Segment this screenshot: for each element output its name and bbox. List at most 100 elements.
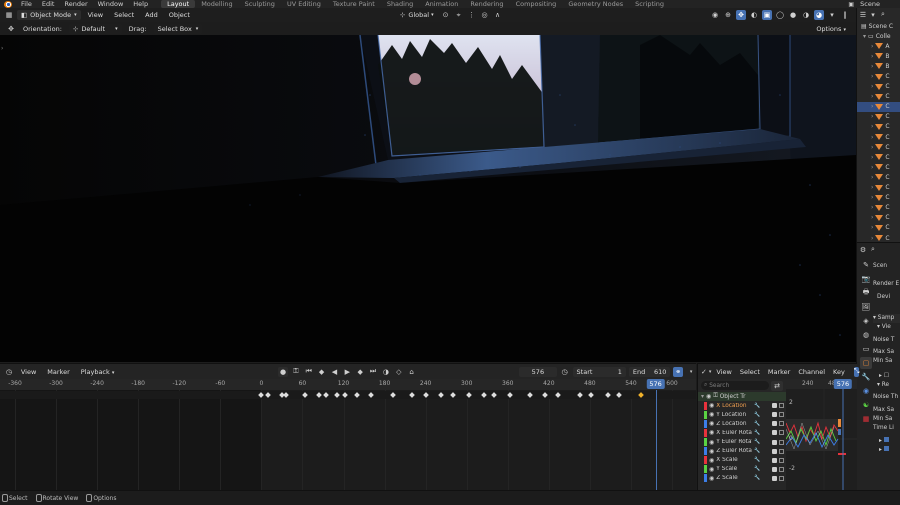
viewport-menu-select[interactable]: Select [110, 11, 138, 19]
scene-tab-icon[interactable]: ◈ [860, 315, 872, 327]
render-tab-icon[interactable]: 📷 [860, 273, 872, 285]
expand-icon[interactable]: › [871, 194, 873, 201]
view-options-icon[interactable]: ⚭ [673, 366, 684, 377]
toolbar-expand-icon[interactable]: › [1, 45, 3, 52]
channel-mute-checkbox[interactable] [772, 412, 777, 418]
expand-icon[interactable]: › [871, 83, 873, 90]
tool-move-icon[interactable]: ✥ [6, 24, 16, 34]
outliner-object-row[interactable]: › C [857, 183, 900, 193]
fcurve-channel-row[interactable]: ◉ Z Location 🔧 [698, 419, 786, 428]
shading-options-icon[interactable]: ▾ [827, 10, 837, 20]
graph-menu-select[interactable]: Select [737, 368, 763, 376]
channel-mute-checkbox[interactable] [772, 457, 777, 463]
next-keyframe-icon[interactable]: ◆ [355, 367, 365, 377]
workspace-tab-compositing[interactable]: Compositing [510, 0, 563, 8]
graph-menu-marker[interactable]: Marker [765, 368, 793, 376]
gizmo-icon[interactable]: ⊕ [723, 10, 733, 20]
modifier-wrench-icon[interactable]: 🔧 [754, 421, 760, 427]
outliner-object-row[interactable]: › B [857, 61, 900, 71]
object-tab-icon[interactable]: ▢ [860, 357, 872, 369]
search-icon[interactable]: ⌕ [879, 10, 887, 20]
filter-swap-icon[interactable]: ⇄ [771, 380, 783, 391]
chevron-down-icon[interactable]: ▾ [709, 367, 712, 377]
fcurve-channel-row[interactable]: ◉ Z Scale 🔧 [698, 474, 786, 483]
channel-lock-icon[interactable] [779, 439, 784, 445]
menu-file[interactable]: File [16, 0, 37, 8]
outliner-object-row[interactable]: › A [857, 41, 900, 51]
fcurve-channel-row[interactable]: ◉ Y Location 🔧 [698, 410, 786, 419]
outliner-object-row[interactable]: › C [857, 162, 900, 172]
outliner-object-row[interactable]: › C [857, 122, 900, 132]
visibility-icon[interactable]: ◉ [710, 10, 720, 20]
blender-logo-icon[interactable] [4, 0, 12, 8]
outliner-scene-row[interactable]: ▤ Scene C [857, 21, 900, 31]
expand-icon[interactable]: › [871, 93, 873, 100]
shading-solid-icon[interactable]: ● [788, 10, 798, 20]
overlays-icon[interactable]: ◐ [749, 10, 759, 20]
jump-end-icon[interactable]: ⏭ [368, 367, 378, 377]
channel-mute-checkbox[interactable] [772, 448, 777, 454]
preview-range-icon[interactable]: ◷ [560, 367, 570, 377]
visibility-eye-icon[interactable]: ◉ [709, 411, 714, 418]
modifier-wrench-icon[interactable]: 🔧 [754, 475, 760, 481]
shading-rendered-icon[interactable]: ◕ [814, 10, 824, 20]
graph-current-frame-badge[interactable]: 576 [833, 379, 853, 389]
record-icon[interactable]: ● [278, 366, 288, 377]
outliner-object-row[interactable]: › C [857, 203, 900, 213]
outliner-object-row[interactable]: › C [857, 213, 900, 223]
tool-tab-icon[interactable]: ✎ [860, 259, 872, 271]
expand-icon[interactable]: › [871, 144, 873, 151]
expand-icon[interactable]: › [871, 63, 873, 70]
visibility-eye-icon[interactable]: ◉ [709, 420, 714, 427]
channel-lock-icon[interactable] [779, 457, 784, 463]
show-gizmo-icon[interactable]: ✥ [736, 10, 746, 20]
denoise-subpanel[interactable]: ▸ ☐ [873, 372, 900, 381]
snap-icon[interactable]: ⌖ [454, 10, 464, 20]
outliner-object-row[interactable]: › C [857, 172, 900, 182]
outliner-object-row[interactable]: › C [857, 112, 900, 122]
channel-lock-icon[interactable] [779, 430, 784, 436]
editor-type-icon[interactable]: ☰ [859, 10, 867, 20]
outliner-object-row[interactable]: › B [857, 51, 900, 61]
timeline-menu-view[interactable]: View [17, 368, 40, 376]
search-icon[interactable]: ⌕ [869, 245, 877, 255]
playhead-line[interactable] [655, 390, 657, 491]
visibility-eye-icon[interactable]: ◉ [709, 429, 714, 436]
workspace-tab-uv-editing[interactable]: UV Editing [281, 0, 327, 8]
channel-lock-icon[interactable] [779, 475, 784, 481]
expand-icon[interactable]: › [871, 154, 873, 161]
falloff-icon[interactable]: ∧ [493, 10, 503, 20]
view-layer-tab-icon[interactable]: 🖼 [860, 301, 872, 313]
expand-icon[interactable]: › [871, 73, 873, 80]
outliner-object-row[interactable]: › C [857, 101, 900, 112]
expand-icon[interactable]: ▾ [701, 393, 704, 400]
modifier-wrench-icon[interactable]: 🔧 [754, 448, 760, 454]
menu-render[interactable]: Render [59, 0, 92, 8]
pause-render-icon[interactable]: ‖ [840, 10, 850, 20]
physics-tab-icon[interactable]: ◉ [860, 385, 872, 397]
workspace-tab-rendering[interactable]: Rendering [464, 0, 509, 8]
timeline-dopesheet[interactable] [0, 390, 696, 491]
lights-subpanel[interactable]: ▸ [873, 446, 900, 455]
modifier-wrench-icon[interactable]: 🔧 [754, 439, 760, 445]
expand-icon[interactable]: › [871, 134, 873, 141]
workspace-tab-texture-paint[interactable]: Texture Paint [327, 0, 381, 8]
search-field[interactable]: ⌕ Search [701, 381, 769, 390]
expand-icon[interactable]: › [871, 235, 873, 242]
modifier-wrench-icon[interactable]: 🔧 [754, 430, 760, 436]
expand-icon[interactable]: › [871, 113, 873, 120]
shading-wireframe-icon[interactable]: ◯ [775, 10, 785, 20]
fcurve-channel-row[interactable]: ◉ X Location 🔧 [698, 401, 786, 410]
scene-icon[interactable]: ▣ [847, 1, 855, 8]
shading-material-icon[interactable]: ◑ [801, 10, 811, 20]
menu-edit[interactable]: Edit [37, 0, 60, 8]
editor-type-icon[interactable]: ▦ [4, 10, 14, 20]
expand-icon[interactable]: › [871, 214, 873, 221]
fcurve-channel-row[interactable]: ◉ X Scale 🔧 [698, 456, 786, 465]
editor-type-icon[interactable]: ✓ [701, 367, 707, 377]
expand-icon[interactable]: › [871, 184, 873, 191]
graph-plot-area[interactable]: 240 480 576 2 0 -2 [785, 379, 857, 491]
outliner-object-row[interactable]: › C [857, 223, 900, 233]
snap-target-icon[interactable]: ⋮ [467, 10, 477, 20]
workspace-tab-shading[interactable]: Shading [381, 0, 419, 8]
